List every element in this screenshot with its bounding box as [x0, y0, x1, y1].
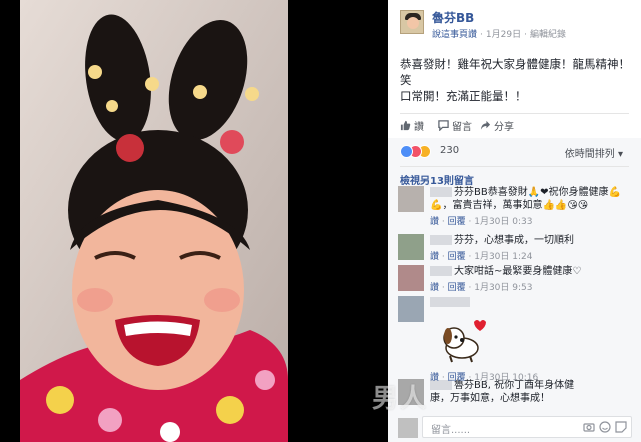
- comment-text: 芬芬BB恭喜發財🙏❤祝你身體健康💪: [430, 186, 630, 199]
- like-thumb-icon: [400, 120, 411, 131]
- commenter-name[interactable]: [430, 187, 452, 197]
- reaction-count: 230: [440, 145, 460, 156]
- like-label: 讚: [414, 122, 424, 133]
- comment-text: [430, 296, 630, 309]
- comment-actions: 讚 · 回覆 · 1月30日 10:16: [430, 373, 539, 383]
- comment-reply-link[interactable]: 回覆: [448, 252, 466, 262]
- dog-sticker-icon: [443, 320, 486, 363]
- commenter-avatar[interactable]: [398, 234, 424, 260]
- sort-dropdown[interactable]: 依時間排列 ▾: [565, 145, 623, 160]
- share-arrow-icon: [480, 120, 491, 130]
- post-actions: 讚 留言 分享: [400, 118, 629, 134]
- comment-reply-link[interactable]: 回覆: [448, 283, 466, 293]
- comment-time[interactable]: 1月30日 1:24: [474, 252, 532, 262]
- post-photo[interactable]: [0, 0, 388, 442]
- like-reaction-icon: [400, 145, 413, 158]
- divider: [400, 113, 629, 114]
- comment-actions: 讚 · 回覆 · 1月30日 0:33: [430, 217, 533, 227]
- view-more-comments-link[interactable]: 檢視另13則留言: [400, 172, 474, 187]
- comment-label: 留言: [452, 122, 472, 133]
- author-avatar[interactable]: [400, 10, 424, 34]
- sticker-icon[interactable]: [615, 421, 627, 433]
- comment-like-link[interactable]: 讚: [430, 252, 439, 262]
- watermark: 男人: [372, 384, 429, 414]
- post-text-line: 恭喜發財！雞年祝大家身體健康！龍馬精神！笑: [400, 57, 630, 87]
- dog-sticker: [440, 318, 486, 368]
- emoji-icon[interactable]: [599, 421, 611, 433]
- post-meta: 說這事頁讚 · 1月29日 · 編輯紀錄: [432, 30, 566, 40]
- post-header: 魯芬BB 說這事頁讚 · 1月29日 · 編輯紀錄: [388, 0, 641, 46]
- comment-time[interactable]: 1月30日 0:33: [474, 217, 532, 227]
- camera-icon[interactable]: [583, 421, 595, 433]
- edit-history-link[interactable]: 編輯紀錄: [530, 30, 566, 40]
- photo-illustration: [0, 0, 388, 442]
- comment-like-link[interactable]: 讚: [430, 217, 439, 227]
- post-date[interactable]: 1月29日: [486, 30, 521, 40]
- reactions-summary[interactable]: 230 依時間排列 ▾: [400, 144, 629, 160]
- comment-text: 大家咁話~最緊要身體健康♡: [430, 265, 630, 278]
- reply-placeholder: 留言......: [431, 425, 471, 436]
- commenter-name[interactable]: [430, 235, 452, 245]
- share-button[interactable]: 分享: [480, 118, 514, 133]
- commenter-name[interactable]: [430, 297, 470, 307]
- comment-bubble-icon: [438, 120, 449, 131]
- comment-like-link[interactable]: 讚: [430, 373, 439, 383]
- comment-actions: 讚 · 回覆 · 1月30日 1:24: [430, 252, 533, 262]
- commenter-avatar[interactable]: [398, 296, 424, 322]
- post-text: 恭喜發財！雞年祝大家身體健康！龍馬精神！笑 口常開！充滿正能量！！: [400, 56, 630, 104]
- comment-time[interactable]: 1月30日 10:16: [474, 373, 538, 383]
- comment-reply-link[interactable]: 回覆: [448, 373, 466, 383]
- share-label: 分享: [494, 122, 514, 133]
- post-text-line: 口常開！充滿正能量！！: [400, 89, 527, 103]
- comment-button[interactable]: 留言: [438, 118, 472, 133]
- comment-actions: 讚 · 回覆 · 1月30日 9:53: [430, 283, 533, 293]
- author-name[interactable]: 魯芬BB: [432, 9, 474, 26]
- comment-text: 💪，富貴吉祥，萬事如意👍👍😘😘: [430, 200, 589, 211]
- comment-reply-link[interactable]: 回覆: [448, 217, 466, 227]
- comment-text: 康，万事如意，心想事成！: [430, 393, 550, 404]
- commenter-name[interactable]: [430, 266, 452, 276]
- comment-like-link[interactable]: 讚: [430, 283, 439, 293]
- commenter-avatar[interactable]: [398, 186, 424, 212]
- like-button[interactable]: 讚: [400, 118, 424, 133]
- divider: [400, 166, 629, 167]
- reply-input[interactable]: 留言......: [422, 416, 632, 438]
- current-user-avatar[interactable]: [398, 418, 418, 438]
- comment-time[interactable]: 1月30日 9:53: [474, 283, 532, 293]
- page-like-link[interactable]: 說這事頁讚: [432, 30, 477, 40]
- comment-text: 芬芬，心想事成，一切順利: [430, 234, 630, 247]
- commenter-avatar[interactable]: [398, 265, 424, 291]
